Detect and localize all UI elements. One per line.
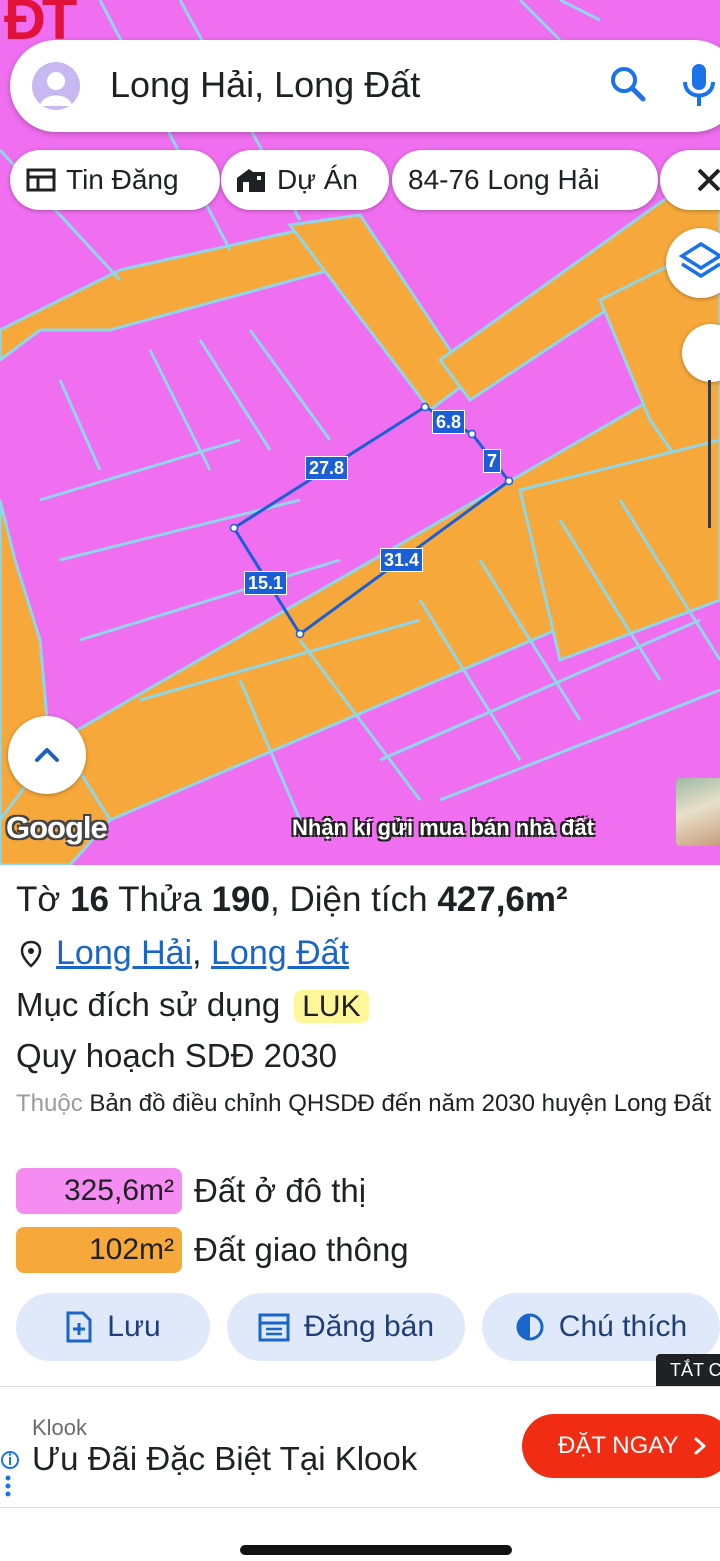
zone-area-badge: 102m² [16,1227,182,1273]
zone-row: 102m² Đất giao thông [16,1227,409,1273]
ad-toggle-label[interactable]: TẮT C [656,1354,720,1386]
parcel-title: Tờ 16 Thửa 190, Diện tích 427,6m² [16,880,568,919]
mic-icon[interactable] [682,62,716,113]
search-icon[interactable] [608,64,648,109]
chip-label: 84-76 Long Hải [408,164,600,195]
google-logo: Google [6,810,108,845]
ad-title[interactable]: Ưu Đãi Đặc Biệt Tại Klook [32,1440,417,1478]
location-row: Long Hải, Long Đất [20,934,349,973]
calendar-list-icon [258,1313,290,1342]
chip-address[interactable]: 84-76 Long Hải [392,150,658,210]
segment-label: 15.1 [244,571,288,595]
chip-du-an[interactable]: Dự Án [221,150,389,210]
save-icon [66,1311,92,1343]
opacity-slider-track[interactable] [708,380,711,528]
list-icon [26,168,56,192]
chip-label: Tin Đăng [66,164,179,195]
expand-up-button[interactable] [8,716,86,794]
map-view[interactable]: ĐT 6.8 7 27.8 31.4 15.1 Long Hải, Long Đ… [0,0,720,865]
post-sale-button[interactable]: Đăng bán [227,1293,465,1361]
zone-row: 325,6m² Đất ở đô thị [16,1168,366,1214]
segment-label: 6.8 [432,410,466,434]
segment-label: 7 [483,449,502,473]
profile-thumbnail [676,778,720,846]
legend-label: Chú thích [558,1310,688,1343]
zone-area-badge: 325,6m² [16,1168,182,1214]
legend-button[interactable]: Chú thích [482,1293,720,1361]
ad-cta-label: ĐẶT NGAY [558,1432,679,1459]
purpose-row: Mục đích sử dụng LUK [16,986,369,1024]
chevron-right-icon [694,1437,706,1455]
ad-cta-button[interactable]: ĐẶT NGAY [522,1414,720,1478]
location-link-ward[interactable]: Long Hải [56,934,192,973]
search-input[interactable]: Long Hải, Long Đất [110,64,420,106]
planning-source: Thuộc Bản đồ điều chỉnh QHSDĐ đến năm 20… [16,1090,712,1117]
ad-info-icon[interactable] [0,1448,20,1508]
zone-name: Đất giao thông [194,1231,409,1268]
post-sale-label: Đăng bán [303,1310,435,1343]
chip-tin-dang[interactable]: Tin Đăng [10,150,220,210]
segment-label: 31.4 [380,548,424,572]
layers-button[interactable] [666,228,720,298]
location-pin-icon [20,940,42,968]
contrast-icon [516,1313,544,1341]
search-bar[interactable]: Long Hải, Long Đất [10,40,720,132]
zone-name: Đất ở đô thị [194,1172,367,1209]
segment-label: 27.8 [305,456,349,480]
watermark-text: Nhận kí gửi mua bán nhà đất [292,815,594,840]
chevron-up-icon [35,748,59,762]
chip-tools[interactable] [660,150,720,210]
building-icon [237,169,265,192]
planning-title: Quy hoạch SDĐ 2030 [16,1037,338,1074]
chip-label: Dự Án [277,164,358,195]
purpose-badge: LUK [294,990,369,1023]
tools-icon [697,168,720,192]
location-link-district[interactable]: Long Đất [211,934,349,973]
ad-brand: Klook [32,1415,88,1440]
layers-icon [678,241,720,279]
save-label: Lưu [107,1310,161,1343]
save-button[interactable]: Lưu [16,1293,210,1361]
avatar-icon[interactable] [32,62,80,110]
home-indicator [240,1545,512,1555]
